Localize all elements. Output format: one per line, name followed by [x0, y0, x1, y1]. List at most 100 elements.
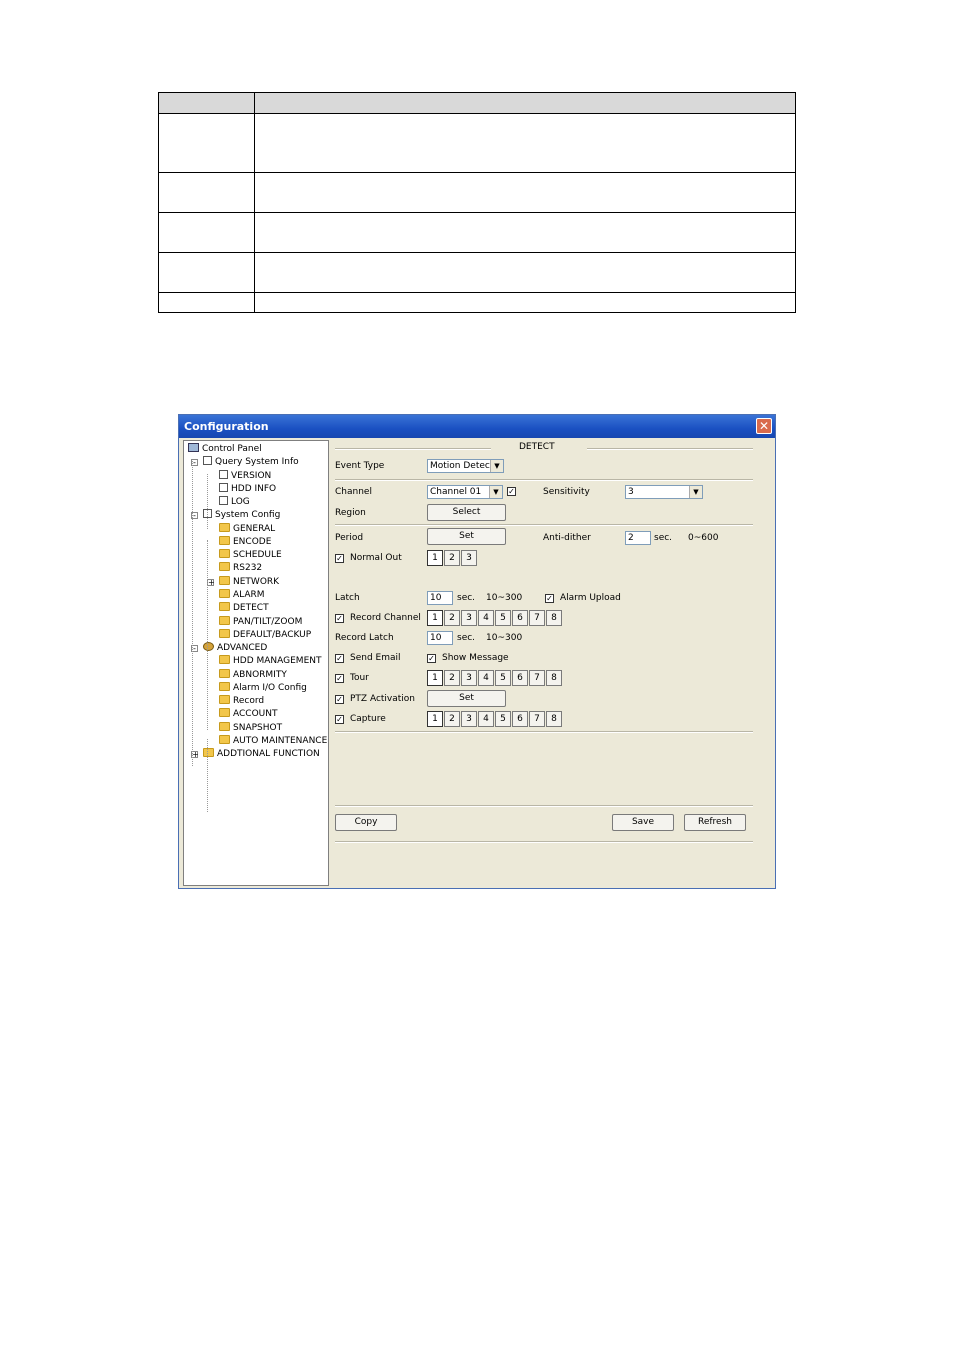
- channel-toggle[interactable]: 6: [512, 610, 528, 626]
- channel-toggle[interactable]: 7: [529, 610, 545, 626]
- section-title: DETECT: [519, 442, 555, 452]
- tree-item[interactable]: PAN/TILT/ZOOM: [219, 615, 302, 629]
- capture-checkbox[interactable]: ✓: [335, 715, 344, 724]
- channel-select[interactable]: Channel 01 ▼: [427, 485, 503, 499]
- table-row: [158, 172, 796, 213]
- latch-input[interactable]: 10: [427, 591, 453, 605]
- channel-toggle[interactable]: 3: [461, 550, 477, 566]
- tree-item[interactable]: DETECT: [219, 602, 269, 615]
- tour-checkbox[interactable]: ✓: [335, 674, 344, 683]
- close-button[interactable]: ✕: [756, 418, 772, 434]
- channel-toggle[interactable]: 1: [427, 670, 443, 686]
- tree-item-label: AUTO MAINTENANCE: [233, 735, 328, 746]
- event-type-select[interactable]: Motion Detect ▼: [427, 459, 504, 473]
- tree-connector: [207, 474, 208, 529]
- period-set-button[interactable]: Set: [427, 528, 506, 545]
- channel-toggle[interactable]: 7: [529, 670, 545, 686]
- show-message-label: Show Message: [442, 653, 509, 663]
- folder-icon: [219, 522, 230, 532]
- channel-toggle[interactable]: 4: [478, 711, 494, 727]
- region-select-button[interactable]: Select: [427, 504, 506, 521]
- tree-item[interactable]: ADVANCED: [203, 642, 267, 655]
- channel-toggle[interactable]: 3: [461, 670, 477, 686]
- tree-item[interactable]: HDD MANAGEMENT: [219, 655, 321, 668]
- tree-item[interactable]: RS232: [219, 562, 262, 575]
- copy-button[interactable]: Copy: [335, 814, 397, 831]
- channel-toggle[interactable]: 4: [478, 670, 494, 686]
- tree-item[interactable]: DEFAULT/BACKUP: [219, 628, 311, 642]
- channel-toggle[interactable]: 6: [512, 711, 528, 727]
- divider: [335, 805, 753, 807]
- tree-item[interactable]: ACCOUNT: [219, 708, 277, 721]
- channel-toggle[interactable]: 2: [444, 670, 460, 686]
- channel-toggle[interactable]: 5: [495, 610, 511, 626]
- channel-toggle[interactable]: 2: [444, 711, 460, 727]
- channel-toggle[interactable]: 5: [495, 670, 511, 686]
- folder-icon: [219, 708, 230, 718]
- close-icon: ✕: [758, 419, 770, 433]
- tree-item[interactable]: ALARM: [219, 588, 265, 602]
- refresh-button[interactable]: Refresh: [684, 814, 746, 831]
- tree-item[interactable]: VERSION: [219, 469, 271, 483]
- channel-toggle[interactable]: 3: [461, 711, 477, 727]
- tree-item[interactable]: ADDTIONAL FUNCTION: [203, 748, 320, 761]
- folder-icon: [219, 562, 230, 572]
- save-button[interactable]: Save: [612, 814, 674, 831]
- channel-toggle[interactable]: 2: [444, 550, 460, 566]
- section-divider: [587, 448, 753, 450]
- tree-item[interactable]: SNAPSHOT: [219, 721, 282, 735]
- channel-toggle[interactable]: 2: [444, 610, 460, 626]
- channel-toggle[interactable]: 8: [546, 711, 562, 727]
- tree-item[interactable]: GENERAL: [219, 522, 275, 536]
- title-bar[interactable]: Configuration ✕: [179, 415, 775, 438]
- folder-icon: [219, 549, 230, 559]
- channel-toggle[interactable]: 1: [427, 610, 443, 626]
- divider: [335, 731, 753, 733]
- tree-item[interactable]: HDD INFO: [219, 482, 276, 496]
- show-message-checkbox[interactable]: ✓: [427, 654, 436, 663]
- channel-toggle[interactable]: 4: [478, 610, 494, 626]
- tree-item[interactable]: Alarm I/O Config: [219, 681, 307, 695]
- sensitivity-label: Sensitivity: [543, 487, 590, 497]
- tree-item[interactable]: ABNORMITY: [219, 668, 287, 682]
- sensitivity-select[interactable]: 3 ▼: [625, 485, 703, 499]
- tree-item[interactable]: LOG: [219, 496, 250, 509]
- tree-item[interactable]: SCHEDULE: [219, 549, 282, 562]
- tree-item[interactable]: System Config: [203, 509, 280, 522]
- record-latch-input[interactable]: 10: [427, 631, 453, 645]
- tree-item-label: Control Panel: [202, 444, 262, 454]
- ptz-set-button[interactable]: Set: [427, 690, 506, 707]
- channel-enable-checkbox[interactable]: ✓: [507, 487, 516, 496]
- folder-icon: [219, 655, 230, 665]
- capture-channels: 12345678: [427, 711, 563, 727]
- antidither-input[interactable]: 2: [625, 531, 651, 545]
- channel-toggle[interactable]: 5: [495, 711, 511, 727]
- channel-toggle[interactable]: 8: [546, 610, 562, 626]
- normal-out-label: Normal Out: [350, 553, 402, 563]
- tree-item[interactable]: Control Panel: [188, 443, 262, 456]
- channel-toggle[interactable]: 1: [427, 550, 443, 566]
- expand-icon[interactable]: +: [207, 578, 215, 586]
- latch-label: Latch: [335, 593, 360, 603]
- alarm-upload-checkbox[interactable]: ✓: [545, 594, 554, 603]
- record-channel-checkbox[interactable]: ✓: [335, 614, 344, 623]
- channel-toggle[interactable]: 7: [529, 711, 545, 727]
- tree-item[interactable]: NETWORK: [219, 575, 279, 589]
- channel-toggle[interactable]: 6: [512, 670, 528, 686]
- ptz-activation-checkbox[interactable]: ✓: [335, 695, 344, 704]
- channel-toggle[interactable]: 8: [546, 670, 562, 686]
- channel-toggle[interactable]: 1: [427, 711, 443, 727]
- send-email-checkbox[interactable]: ✓: [335, 654, 344, 663]
- tree-item[interactable]: ENCODE: [219, 535, 271, 549]
- tree-item[interactable]: AUTO MAINTENANCE: [219, 734, 328, 748]
- record-latch-unit: sec.: [457, 633, 476, 643]
- tree-item[interactable]: Record: [219, 695, 264, 708]
- channel-toggle[interactable]: 3: [461, 610, 477, 626]
- tree-connector: [192, 461, 193, 766]
- detect-panel: DETECT Event Type Motion Detect ▼ Channel…: [331, 440, 773, 886]
- normal-out-checkbox[interactable]: ✓: [335, 554, 344, 563]
- chevron-down-icon: ▼: [490, 460, 503, 472]
- window-title: Configuration: [184, 420, 269, 433]
- folder-open-icon: [219, 602, 230, 612]
- tree-item[interactable]: Query System Info: [203, 456, 299, 469]
